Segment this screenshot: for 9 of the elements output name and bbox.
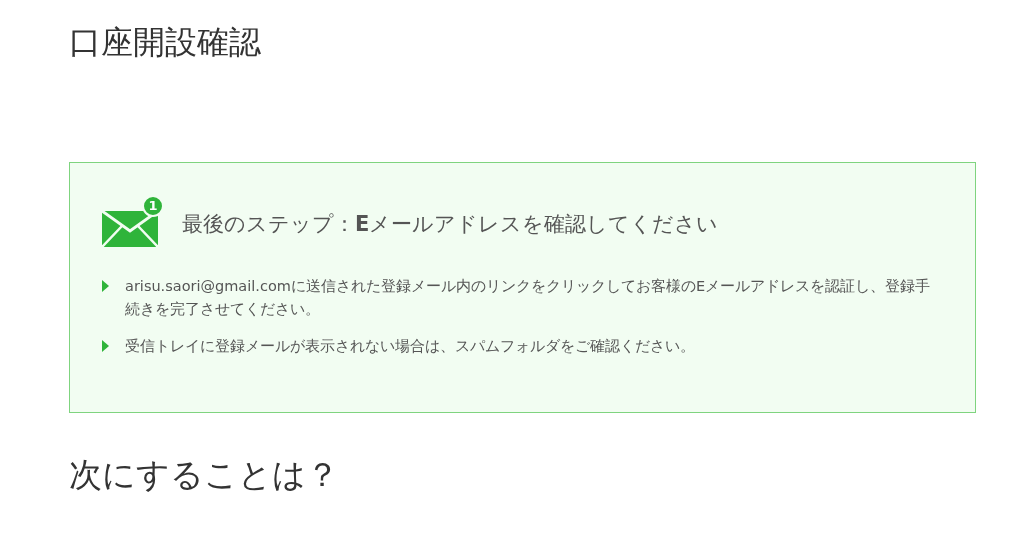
bullet-icon (102, 339, 109, 352)
notice-text: arisu.saori@gmail.comに送信された登録メール内のリンクをクリックしてお客様のEメールアドレスを認証し、登録手続きを完了させてください。 (125, 276, 932, 319)
section-heading: 次にすることは？ (69, 453, 340, 496)
notice-title: 最後のステップ：Eメールアドレスを確認してください (182, 210, 719, 238)
notice-text: 受信トレイに登録メールが表示されない場合は、スパムフォルダをご確認ください。 (125, 336, 695, 356)
bullet-icon (102, 279, 109, 292)
envelope-icon (102, 210, 158, 247)
page-title: 口座開設確認 (69, 22, 262, 63)
notification-badge: 1 (142, 194, 164, 217)
